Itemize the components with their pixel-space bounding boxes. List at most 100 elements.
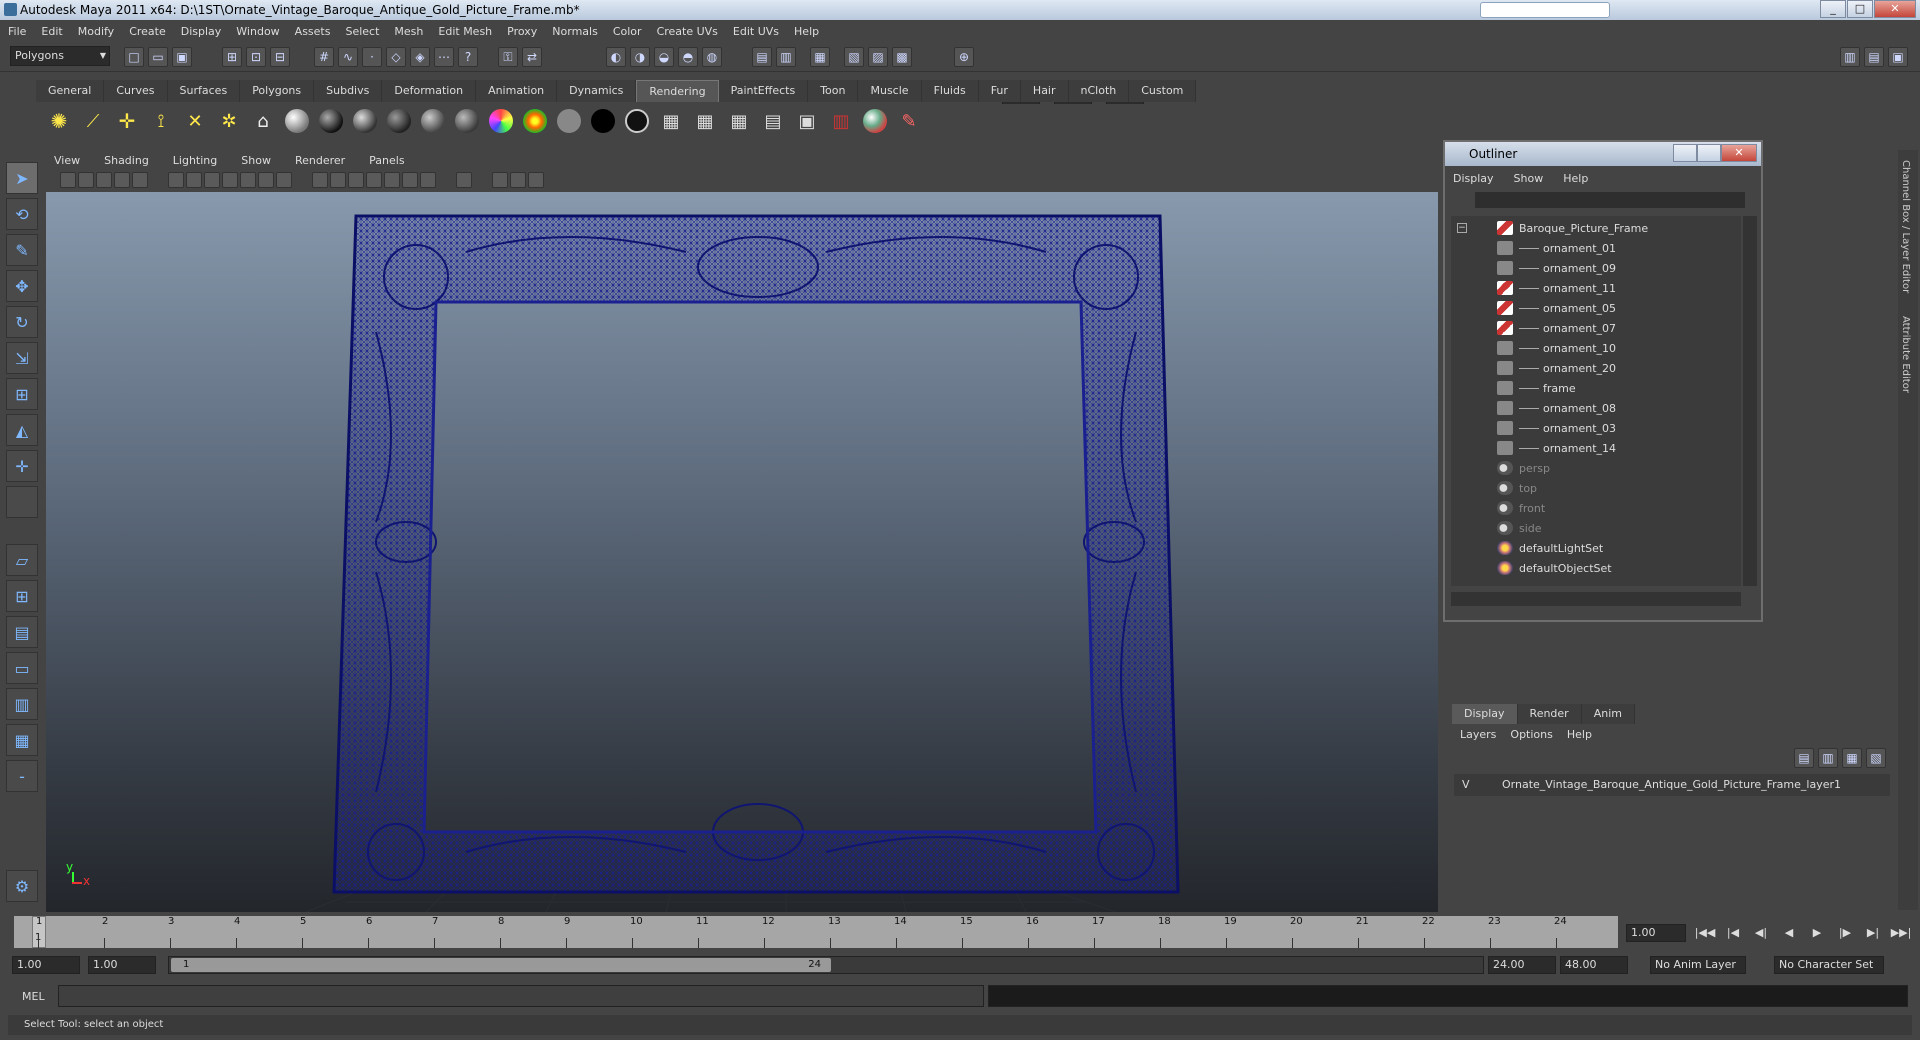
tab-ncloth[interactable]: nCloth	[1068, 80, 1130, 102]
menu-assets[interactable]: Assets	[295, 25, 331, 38]
perspective-viewport[interactable]: y x	[46, 192, 1438, 912]
tool-settings-icon[interactable]: ▨	[868, 47, 888, 67]
render-layer-icon[interactable]: ▥	[826, 106, 856, 136]
camera-attributes-icon[interactable]	[78, 172, 94, 188]
xray-joints-icon[interactable]	[510, 172, 526, 188]
render-view-icon[interactable]: ◍	[702, 47, 722, 67]
move-layer-down-icon[interactable]: ▥	[1818, 748, 1838, 768]
spot-light-icon[interactable]: ⟟	[146, 106, 176, 136]
manipulator-tool-icon[interactable]: ⊞	[6, 378, 38, 410]
camera-icon[interactable]: ⌂	[248, 106, 278, 136]
use-background-icon[interactable]	[554, 106, 584, 136]
viewport-menu-view[interactable]: View	[46, 154, 80, 167]
outliner-titlebar[interactable]: Outliner ✕	[1445, 142, 1761, 166]
tab-render-layers[interactable]: Render	[1517, 704, 1582, 724]
tab-anim-layers[interactable]: Anim	[1581, 704, 1635, 724]
two-d-pan-icon[interactable]	[132, 172, 148, 188]
blinn-material-icon[interactable]	[316, 106, 346, 136]
viewport-menu-renderer[interactable]: Renderer	[287, 154, 345, 167]
outliner-horizontal-scrollbar[interactable]	[1451, 592, 1741, 606]
isolate-select-icon[interactable]	[456, 172, 472, 188]
menu-color[interactable]: Color	[613, 25, 642, 38]
select-component-icon[interactable]: ⊟	[270, 47, 290, 67]
viewport-menu-shading[interactable]: Shading	[96, 154, 149, 167]
rotate-tool-icon[interactable]: ↻	[6, 306, 38, 338]
snap-curve-icon[interactable]: ∿	[338, 47, 358, 67]
outliner-menu-show[interactable]: Show	[1514, 172, 1544, 185]
render-settings-shelf-icon[interactable]: ▤	[758, 106, 788, 136]
step-back-frame-icon[interactable]: ◀|	[1750, 926, 1772, 942]
snap-live-icon[interactable]: ◈	[410, 47, 430, 67]
playback-end-field[interactable]: 24.00	[1488, 956, 1556, 974]
collapse-icon[interactable]: −	[1457, 223, 1467, 233]
maximize-button[interactable]: □	[1847, 0, 1873, 18]
help-search-field[interactable]	[1480, 2, 1610, 18]
layered-shader-icon[interactable]	[452, 106, 482, 136]
ambient-light-icon[interactable]: ✺	[44, 106, 74, 136]
tab-dynamics[interactable]: Dynamics	[557, 80, 637, 102]
film-gate-icon[interactable]	[186, 172, 202, 188]
playback-start-field[interactable]: 1.00	[88, 956, 156, 974]
tab-fluids[interactable]: Fluids	[921, 80, 979, 102]
select-hierarchy-icon[interactable]: ⊞	[222, 47, 242, 67]
open-scene-icon[interactable]: ▭	[148, 47, 168, 67]
select-object-icon[interactable]: ⊡	[246, 47, 266, 67]
transform-mode-icon[interactable]: ⊕	[954, 47, 974, 67]
outliner-menu-display[interactable]: Display	[1453, 172, 1494, 185]
menu-create-uvs[interactable]: Create UVs	[657, 25, 718, 38]
tab-toon[interactable]: Toon	[808, 80, 859, 102]
snap-plane-icon[interactable]: ◇	[386, 47, 406, 67]
step-forward-frame-icon[interactable]: |▶	[1834, 926, 1856, 942]
xray-icon[interactable]	[492, 172, 508, 188]
smooth-shading-icon[interactable]	[330, 172, 346, 188]
layer-menu-options[interactable]: Options	[1510, 728, 1552, 741]
paint-select-tool-icon[interactable]: ✎	[6, 234, 38, 266]
anisotropic-material-icon[interactable]	[418, 106, 448, 136]
menu-normals[interactable]: Normals	[552, 25, 598, 38]
paint-material-icon[interactable]	[860, 106, 890, 136]
tab-rendering[interactable]: Rendering	[636, 80, 719, 102]
play-forwards-icon[interactable]: ▶	[1806, 926, 1828, 942]
four-view-layout-icon[interactable]: ⊞	[6, 580, 38, 612]
render-settings-icon[interactable]: ◒	[654, 47, 674, 67]
layout-icon[interactable]: ▦	[810, 47, 830, 67]
show-channel-box-icon[interactable]: ▥	[776, 47, 796, 67]
outliner-persp-layout-icon[interactable]: ▤	[6, 616, 38, 648]
tab-deformation[interactable]: Deformation	[382, 80, 477, 102]
menu-proxy[interactable]: Proxy	[507, 25, 537, 38]
lasso-tool-icon[interactable]: ⟲	[6, 198, 38, 230]
menu-edit-uvs[interactable]: Edit UVs	[733, 25, 779, 38]
clapper-render-icon[interactable]: ▦	[656, 106, 686, 136]
mel-input-field[interactable]	[58, 985, 984, 1007]
show-modeling-toolkit-icon[interactable]: ▤	[752, 47, 772, 67]
toolbox-collapse-icon[interactable]: -	[6, 760, 38, 792]
outliner-vertical-scrollbar[interactable]	[1743, 216, 1757, 586]
show-manipulator-icon[interactable]: ✛	[6, 450, 38, 482]
selected-lights-icon[interactable]	[420, 172, 436, 188]
camera-select-icon[interactable]	[60, 172, 76, 188]
clapper-ipr-icon[interactable]: ▦	[690, 106, 720, 136]
animation-start-field[interactable]: 1.00	[12, 956, 80, 974]
tab-subdivs[interactable]: Subdivs	[314, 80, 383, 102]
all-lights-icon[interactable]	[402, 172, 418, 188]
menu-display[interactable]: Display	[181, 25, 222, 38]
gate-mask-icon[interactable]	[222, 172, 238, 188]
tab-painteffects[interactable]: PaintEffects	[718, 80, 809, 102]
outliner-filter-field[interactable]	[1475, 192, 1745, 208]
new-scene-icon[interactable]: □	[124, 47, 144, 67]
clapper-batch-icon[interactable]: ▦	[724, 106, 754, 136]
time-slider[interactable]: 1 1 2 3 4 5 6 7 8 9 10 11 12 13 14 15 16…	[14, 916, 1618, 948]
tab-custom[interactable]: Custom	[1129, 80, 1197, 102]
display-layer-row[interactable]: V Ornate_Vintage_Baroque_Antique_Gold_Pi…	[1454, 774, 1890, 796]
paint-brush-icon[interactable]: ✎	[894, 106, 924, 136]
anim-layer-dropdown[interactable]: No Anim Layer	[1650, 956, 1746, 974]
menu-help[interactable]: Help	[794, 25, 819, 38]
close-button[interactable]: ✕	[1874, 0, 1916, 18]
phonge-material-icon[interactable]	[384, 106, 414, 136]
viewport-menu-show[interactable]: Show	[233, 154, 271, 167]
channel-box-icon[interactable]: ▩	[892, 47, 912, 67]
render-frame-icon[interactable]: ◐	[606, 47, 626, 67]
hypershade-persp-layout-icon[interactable]: ▥	[6, 688, 38, 720]
menu-file[interactable]: File	[8, 25, 26, 38]
single-perspective-layout-icon[interactable]: ▱	[6, 544, 38, 576]
